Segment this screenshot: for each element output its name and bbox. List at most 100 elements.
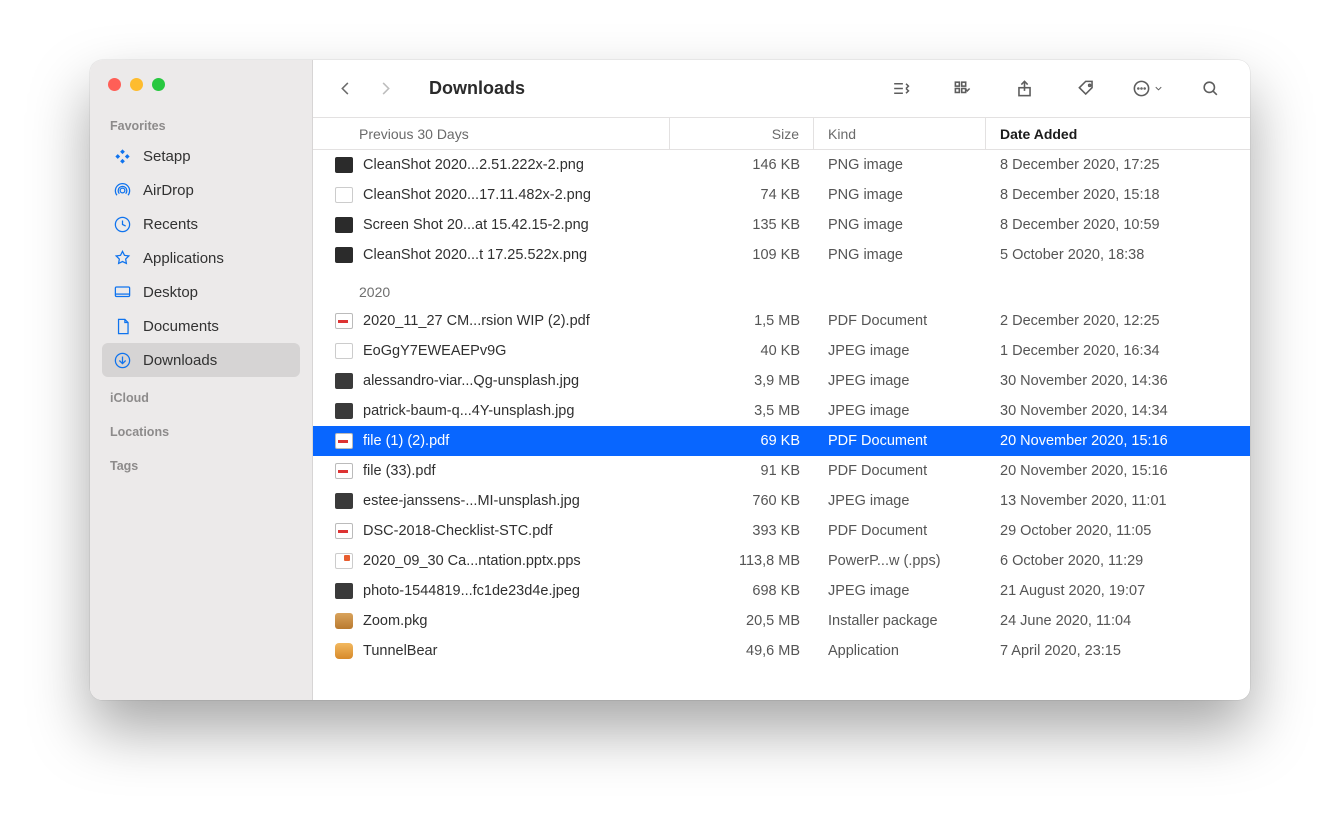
back-button[interactable] bbox=[327, 74, 363, 104]
window-controls bbox=[102, 78, 300, 105]
file-icon bbox=[333, 342, 355, 360]
minimize-window-button[interactable] bbox=[130, 78, 143, 91]
file-kind: PNG image bbox=[814, 247, 986, 263]
file-date: 6 October 2020, 11:29 bbox=[986, 553, 1250, 569]
file-icon bbox=[333, 582, 355, 600]
file-row[interactable]: file (1) (2).pdf69 KBPDF Document20 Nove… bbox=[313, 426, 1250, 456]
file-date: 30 November 2020, 14:36 bbox=[986, 373, 1250, 389]
file-row[interactable]: DSC-2018-Checklist-STC.pdf393 KBPDF Docu… bbox=[313, 516, 1250, 546]
sidebar-section-label[interactable]: Favorites bbox=[102, 105, 300, 139]
file-name: DSC-2018-Checklist-STC.pdf bbox=[363, 523, 552, 539]
file-date: 21 August 2020, 19:07 bbox=[986, 583, 1250, 599]
file-date: 24 June 2020, 11:04 bbox=[986, 613, 1250, 629]
sidebar-item-label: Downloads bbox=[143, 352, 217, 369]
file-kind: PDF Document bbox=[814, 523, 986, 539]
group-header: 2020 bbox=[313, 270, 1250, 306]
file-size: 146 KB bbox=[670, 157, 814, 173]
file-date: 8 December 2020, 15:18 bbox=[986, 187, 1250, 203]
file-icon bbox=[333, 612, 355, 630]
search-button[interactable] bbox=[1192, 74, 1228, 104]
file-row[interactable]: Zoom.pkg20,5 MBInstaller package24 June … bbox=[313, 606, 1250, 636]
sidebar-item-label: Documents bbox=[143, 318, 219, 335]
file-size: 69 KB bbox=[670, 433, 814, 449]
file-row[interactable]: CleanShot 2020...t 17.25.522x.png109 KBP… bbox=[313, 240, 1250, 270]
file-name: photo-1544819...fc1de23d4e.jpeg bbox=[363, 583, 580, 599]
file-date: 20 November 2020, 15:16 bbox=[986, 463, 1250, 479]
sidebar-item-airdrop[interactable]: AirDrop bbox=[102, 173, 300, 207]
sidebar-item-label: Setapp bbox=[143, 148, 191, 165]
sidebar-item-documents[interactable]: Documents bbox=[102, 309, 300, 343]
sidebar: Favorites Setapp AirDropRecents Application… bbox=[90, 60, 313, 700]
file-date: 13 November 2020, 11:01 bbox=[986, 493, 1250, 509]
sidebar-section-label[interactable]: Tags bbox=[102, 445, 300, 479]
finder-window: Favorites Setapp AirDropRecents Application… bbox=[90, 60, 1250, 700]
file-row[interactable]: CleanShot 2020...2.51.222x-2.png146 KBPN… bbox=[313, 150, 1250, 180]
sidebar-section-label[interactable]: Locations bbox=[102, 411, 300, 445]
fullscreen-window-button[interactable] bbox=[152, 78, 165, 91]
file-size: 113,8 MB bbox=[670, 553, 814, 569]
file-size: 760 KB bbox=[670, 493, 814, 509]
file-icon bbox=[333, 246, 355, 264]
sidebar-item-applications[interactable]: Applications bbox=[102, 241, 300, 275]
column-header-name[interactable]: Previous 30 Days bbox=[313, 118, 670, 149]
share-button[interactable] bbox=[1006, 74, 1042, 104]
setapp-icon bbox=[112, 146, 132, 166]
toolbar: Downloads bbox=[313, 60, 1250, 118]
file-row[interactable]: Screen Shot 20...at 15.42.15-2.png135 KB… bbox=[313, 210, 1250, 240]
file-size: 135 KB bbox=[670, 217, 814, 233]
column-header-date[interactable]: Date Added bbox=[986, 118, 1250, 149]
file-date: 29 October 2020, 11:05 bbox=[986, 523, 1250, 539]
file-kind: JPEG image bbox=[814, 373, 986, 389]
file-row[interactable]: file (33).pdf91 KBPDF Document20 Novembe… bbox=[313, 456, 1250, 486]
forward-button[interactable] bbox=[367, 74, 403, 104]
sidebar-item-desktop[interactable]: Desktop bbox=[102, 275, 300, 309]
tags-button[interactable] bbox=[1068, 74, 1104, 104]
file-size: 1,5 MB bbox=[670, 313, 814, 329]
file-icon bbox=[333, 216, 355, 234]
file-kind: JPEG image bbox=[814, 403, 986, 419]
sidebar-item-label: Applications bbox=[143, 250, 224, 267]
file-size: 20,5 MB bbox=[670, 613, 814, 629]
file-size: 40 KB bbox=[670, 343, 814, 359]
file-kind: Application bbox=[814, 643, 986, 659]
sidebar-item-downloads[interactable]: Downloads bbox=[102, 343, 300, 377]
file-date: 8 December 2020, 17:25 bbox=[986, 157, 1250, 173]
file-row[interactable]: EoGgY7EWEAEPv9G40 KBJPEG image1 December… bbox=[313, 336, 1250, 366]
airdrop-icon bbox=[112, 180, 132, 200]
file-name: file (33).pdf bbox=[363, 463, 436, 479]
column-header-kind[interactable]: Kind bbox=[814, 118, 986, 149]
file-name: alessandro-viar...Qg-unsplash.jpg bbox=[363, 373, 579, 389]
sidebar-item-recents[interactable]: Recents bbox=[102, 207, 300, 241]
sidebar-section-label[interactable]: iCloud bbox=[102, 377, 300, 411]
file-row[interactable]: CleanShot 2020...17.11.482x-2.png74 KBPN… bbox=[313, 180, 1250, 210]
apps-icon bbox=[112, 248, 132, 268]
file-name: CleanShot 2020...17.11.482x-2.png bbox=[363, 187, 591, 203]
file-row[interactable]: photo-1544819...fc1de23d4e.jpeg698 KBJPE… bbox=[313, 576, 1250, 606]
file-row[interactable]: 2020_11_27 CM...rsion WIP (2).pdf1,5 MBP… bbox=[313, 306, 1250, 336]
file-row[interactable]: alessandro-viar...Qg-unsplash.jpg3,9 MBJ… bbox=[313, 366, 1250, 396]
file-date: 2 December 2020, 12:25 bbox=[986, 313, 1250, 329]
file-date: 7 April 2020, 23:15 bbox=[986, 643, 1250, 659]
file-kind: PNG image bbox=[814, 217, 986, 233]
file-icon bbox=[333, 186, 355, 204]
file-kind: JPEG image bbox=[814, 583, 986, 599]
view-mode-button[interactable] bbox=[882, 74, 918, 104]
more-actions-button[interactable] bbox=[1130, 74, 1166, 104]
group-by-button[interactable] bbox=[944, 74, 980, 104]
file-icon bbox=[333, 312, 355, 330]
close-window-button[interactable] bbox=[108, 78, 121, 91]
file-list[interactable]: CleanShot 2020...2.51.222x-2.png146 KBPN… bbox=[313, 150, 1250, 700]
file-size: 49,6 MB bbox=[670, 643, 814, 659]
file-icon bbox=[333, 402, 355, 420]
file-icon bbox=[333, 372, 355, 390]
sidebar-item-setapp[interactable]: Setapp bbox=[102, 139, 300, 173]
file-size: 3,5 MB bbox=[670, 403, 814, 419]
file-name: 2020_09_30 Ca...ntation.pptx.pps bbox=[363, 553, 581, 569]
file-row[interactable]: TunnelBear49,6 MBApplication7 April 2020… bbox=[313, 636, 1250, 666]
file-row[interactable]: patrick-baum-q...4Y-unsplash.jpg3,5 MBJP… bbox=[313, 396, 1250, 426]
file-row[interactable]: 2020_09_30 Ca...ntation.pptx.pps 113,8 MB… bbox=[313, 546, 1250, 576]
file-row[interactable]: estee-janssens-...MI-unsplash.jpg760 KBJ… bbox=[313, 486, 1250, 516]
file-icon bbox=[333, 522, 355, 540]
file-kind: PNG image bbox=[814, 187, 986, 203]
column-header-size[interactable]: Size bbox=[670, 118, 814, 149]
